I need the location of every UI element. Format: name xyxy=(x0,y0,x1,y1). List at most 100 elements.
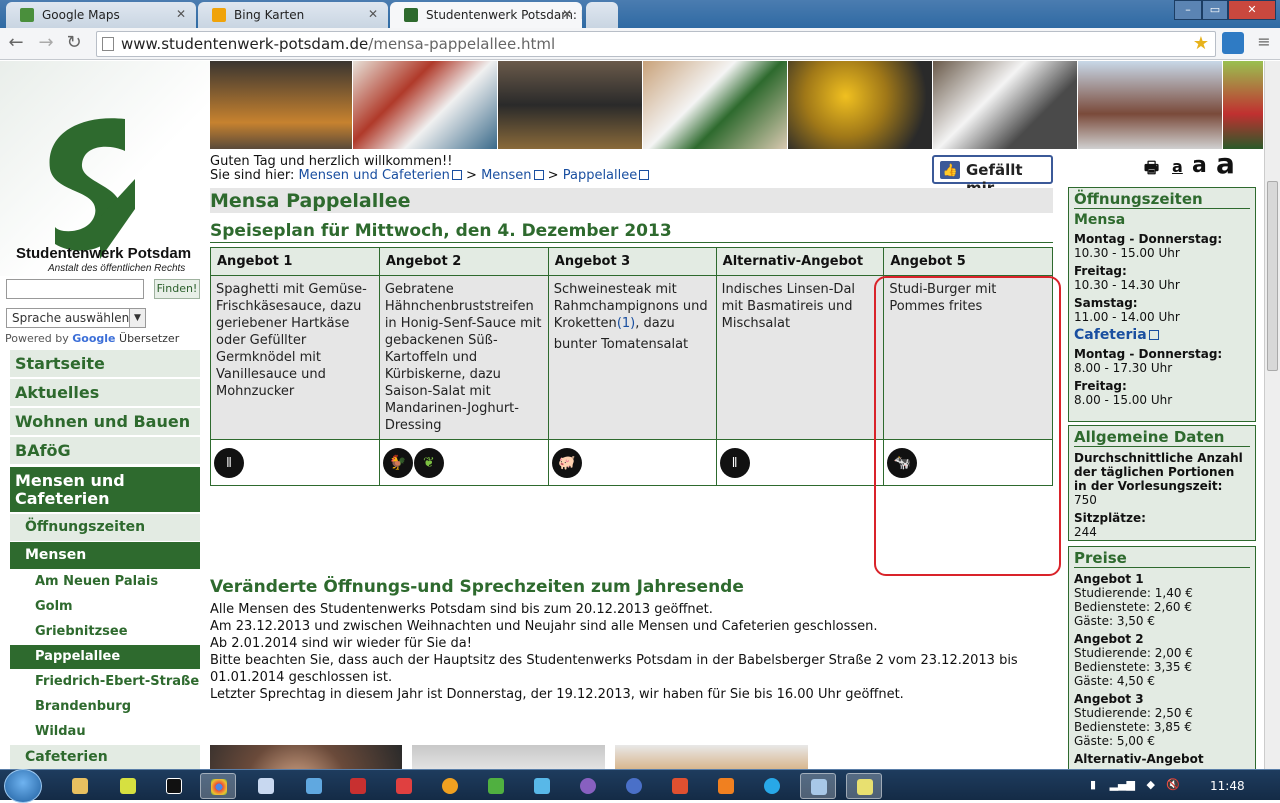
bookmark-star-icon[interactable]: ★ xyxy=(1193,33,1209,54)
close-window-button[interactable]: ✕ xyxy=(1228,0,1276,20)
gallery-photo[interactable] xyxy=(210,745,402,769)
nav-golm[interactable]: Golm xyxy=(10,595,200,619)
page-viewport: Studentenwerk Potsdam Anstalt des öffent… xyxy=(0,61,1264,769)
nav-friedrich-ebert-strasse[interactable]: Friedrich-Ebert-Straße xyxy=(10,670,200,694)
translator-link[interactable]: Übersetzer xyxy=(119,332,179,345)
taskbar-app[interactable] xyxy=(386,773,422,799)
hours-day: Montag - Donnerstag: xyxy=(1074,347,1223,361)
scrollbar-thumb[interactable] xyxy=(1267,181,1278,371)
back-arrow-icon[interactable]: ← xyxy=(6,34,26,54)
close-tab-icon[interactable]: ✕ xyxy=(368,7,378,21)
taskbar-app[interactable] xyxy=(662,773,698,799)
address-bar[interactable]: www.studentenwerk-potsdam.de/mensa-pappe… xyxy=(96,31,1216,57)
portions-label: Durchschnittliche Anzahl der täglichen P… xyxy=(1074,451,1243,493)
price-name: Angebot 1 xyxy=(1074,572,1144,586)
close-tab-icon[interactable]: ✕ xyxy=(176,7,186,21)
reload-icon[interactable]: ↻ xyxy=(64,34,84,54)
nav-mensen[interactable]: Mensen xyxy=(10,542,200,569)
opening-hours-box: Öffnungszeiten Mensa Montag - Donnerstag… xyxy=(1068,187,1256,422)
taskbar-explorer[interactable] xyxy=(62,773,98,799)
nav-startseite[interactable]: Startseite xyxy=(10,350,200,378)
language-select[interactable]: Sprache auswählen ▼ xyxy=(6,308,146,328)
nav-bafoeg[interactable]: BAföG xyxy=(10,437,200,465)
taskbar-app[interactable] xyxy=(340,773,376,799)
general-data-box: Allgemeine Daten Durchschnittliche Anzah… xyxy=(1068,425,1256,541)
taskbar-app[interactable] xyxy=(478,773,514,799)
taskbar-skype[interactable] xyxy=(754,773,790,799)
app-icon xyxy=(488,778,504,794)
vegetarian-icon: 𝍪 xyxy=(719,447,750,478)
nav-wildau[interactable]: Wildau xyxy=(10,720,200,744)
battery-icon[interactable]: ▮ xyxy=(1090,778,1096,791)
facebook-like-button[interactable]: 👍 Gefällt mir xyxy=(932,155,1053,197)
app-icon xyxy=(306,778,322,794)
cafeteria-link[interactable]: Cafeteria xyxy=(1074,327,1250,343)
additive-reference-link[interactable]: (1) xyxy=(617,316,635,331)
taskbar-chrome[interactable] xyxy=(200,773,236,799)
nav-mensen-und-cafeterien[interactable]: Mensen und Cafeterien xyxy=(10,467,200,513)
new-tab-button[interactable] xyxy=(586,2,618,28)
taskbar-app[interactable] xyxy=(846,773,882,799)
menu-wrench-icon[interactable]: ≡ xyxy=(1254,33,1274,53)
header-photo xyxy=(353,61,498,149)
extension-icon[interactable] xyxy=(1222,32,1244,54)
seats-value: 244 xyxy=(1074,525,1097,539)
maximize-button[interactable]: ▭ xyxy=(1202,0,1228,20)
nav-brandenburg[interactable]: Brandenburg xyxy=(10,695,200,719)
font-medium-button[interactable]: a xyxy=(1192,153,1207,178)
print-icon[interactable]: 🖶 xyxy=(1144,157,1159,184)
notice-line: Letzter Sprechtag in diesem Jahr ist Don… xyxy=(210,687,904,702)
header-photo xyxy=(643,61,788,149)
breadcrumb-mensen-und-cafeterien[interactable]: Mensen und Cafeterien xyxy=(299,168,450,183)
breadcrumb-pappelallee[interactable]: Pappelallee xyxy=(563,168,638,183)
clock[interactable]: 11:48 xyxy=(1210,779,1245,793)
taskbar-app[interactable] xyxy=(110,773,146,799)
search-input[interactable] xyxy=(6,279,144,299)
nav-oeffnungszeiten[interactable]: Öffnungszeiten xyxy=(10,514,200,541)
gallery-photo[interactable] xyxy=(615,745,808,769)
nav-pappelallee[interactable]: Pappelallee xyxy=(10,645,200,669)
nav-am-neuen-palais[interactable]: Am Neuen Palais xyxy=(10,570,200,594)
nav-wohnen-und-bauen[interactable]: Wohnen und Bauen xyxy=(10,408,200,436)
tab-bing-karten[interactable]: Bing Karten ✕ xyxy=(198,2,388,28)
volume-icon[interactable]: 🔇 xyxy=(1166,778,1180,791)
taskbar-app[interactable] xyxy=(570,773,606,799)
minimize-button[interactable]: – xyxy=(1174,0,1202,20)
menu-header-angebot-2: Angebot 2 xyxy=(378,247,549,276)
taskbar-app[interactable] xyxy=(616,773,652,799)
taskbar-app[interactable] xyxy=(524,773,560,799)
menu-description: Indisches Linsen-Dal mit Basmatireis und… xyxy=(715,275,885,440)
taskbar-app[interactable] xyxy=(296,773,332,799)
tab-studentenwerk[interactable]: Studentenwerk Potsdam: M ✕ xyxy=(390,2,582,28)
start-button[interactable] xyxy=(4,769,42,803)
tab-google-maps[interactable]: Google Maps ✕ xyxy=(6,2,196,28)
taskbar-app[interactable] xyxy=(432,773,468,799)
vertical-scrollbar[interactable] xyxy=(1264,61,1280,769)
dropbox-icon[interactable]: ◆ xyxy=(1146,778,1154,791)
gallery-photo[interactable] xyxy=(412,745,605,769)
taskbar-app[interactable] xyxy=(800,773,836,799)
close-tab-icon[interactable]: ✕ xyxy=(562,7,572,21)
search-button[interactable]: Finden! xyxy=(154,279,200,299)
font-large-button[interactable]: a xyxy=(1216,147,1235,180)
price-line: Gäste: 4,50 € xyxy=(1074,674,1156,688)
font-small-button[interactable]: a xyxy=(1172,157,1183,176)
nav-cafeterien[interactable]: Cafeterien xyxy=(10,745,200,769)
forward-arrow-icon[interactable]: → xyxy=(36,34,56,54)
google-logo[interactable]: Google xyxy=(72,332,115,345)
logo[interactable]: Studentenwerk Potsdam Anstalt des öffent… xyxy=(0,61,210,276)
network-icon[interactable]: ▂▄▆ xyxy=(1110,778,1135,791)
nav-griebnitzsee[interactable]: Griebnitzsee xyxy=(10,620,200,644)
hours-time: 8.00 - 15.00 Uhr xyxy=(1074,393,1173,407)
breadcrumb-mensen[interactable]: Mensen xyxy=(481,168,531,183)
system-tray[interactable]: ▮ ▂▄▆ ◆ 🔇 xyxy=(1090,778,1180,791)
studentenwerk-logo-icon xyxy=(49,118,135,259)
taskbar-app[interactable] xyxy=(248,773,284,799)
poultry-icon: 🐓 xyxy=(382,447,413,478)
price-name: Angebot 2 xyxy=(1074,632,1144,646)
taskbar-app[interactable] xyxy=(156,773,192,799)
taskbar-app[interactable] xyxy=(708,773,744,799)
nav-aktuelles[interactable]: Aktuelles xyxy=(10,379,200,407)
breadcrumb-separator: > xyxy=(466,168,477,183)
url-path: /mensa-pappelallee.html xyxy=(368,35,556,53)
